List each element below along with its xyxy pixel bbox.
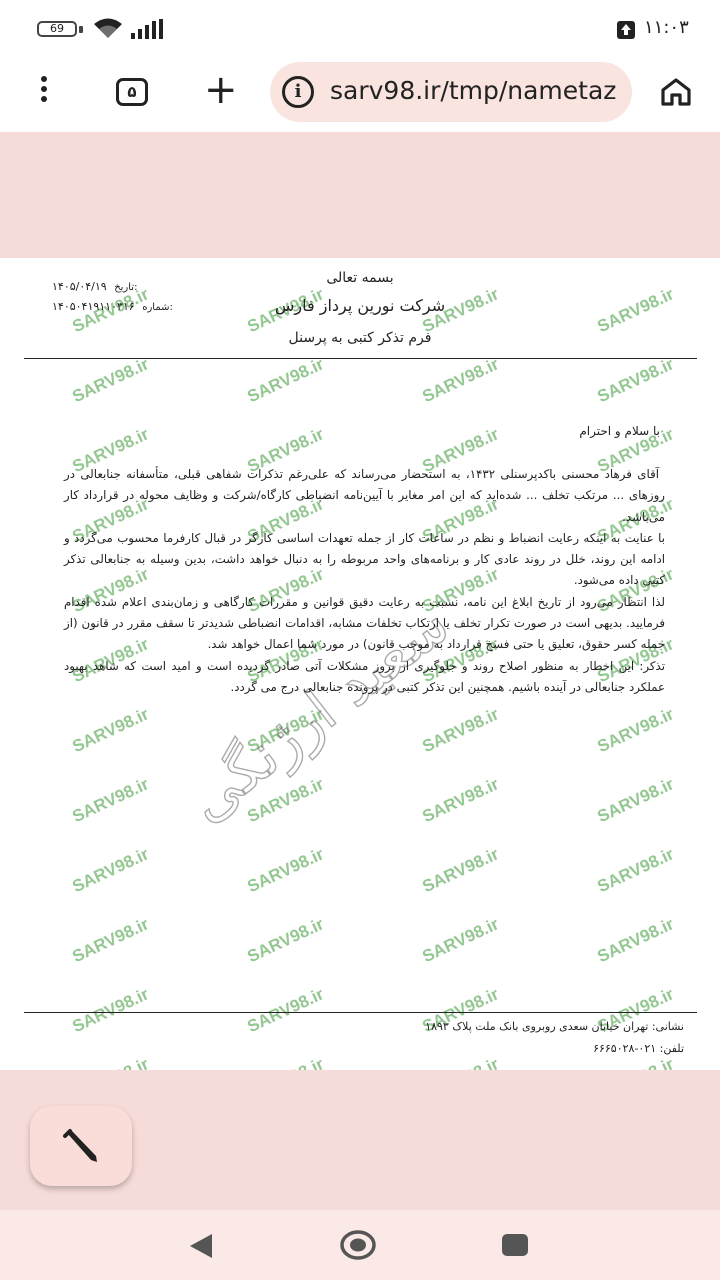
paragraph-2: با عنایت به اینکه رعایت انضباط و نظم در … (64, 530, 665, 588)
watermark-text: SARV98.ir (594, 1054, 677, 1070)
tabs-button[interactable]: ۵ (116, 78, 148, 106)
new-tab-button[interactable]: + (204, 70, 238, 110)
watermark-text: SARV98.ir (594, 704, 677, 756)
watermark-text: SARV98.ir (244, 704, 327, 756)
status-time: ۱۱:۰۳ (644, 17, 689, 38)
watermark-text: SARV98.ir (419, 844, 502, 896)
signal-icon (131, 19, 163, 39)
watermark-text: SARV98.ir (244, 844, 327, 896)
number-label: شماره: (142, 302, 173, 313)
header-divider (24, 358, 697, 359)
watermark-text: SARV98.ir (594, 354, 677, 406)
upload-icon (617, 21, 635, 39)
battery-icon: 69 (37, 21, 77, 37)
watermark-text: SARV98.ir (419, 354, 502, 406)
watermark-text: SARV98.ir (69, 704, 152, 756)
status-bar: 69 ۱۱:۰۳ (0, 0, 720, 56)
battery-tip (79, 26, 83, 33)
watermark-text: SARV98.ir (244, 984, 327, 1036)
basmala-heading: بسمه تعالی (326, 270, 394, 286)
number-value: ۱۴۰۵۰۴۱۹۱۱۰۳۱۶ (52, 300, 135, 313)
watermark-text: SARV98.ir (69, 914, 152, 966)
plus-icon: + (204, 67, 238, 113)
url-text[interactable]: sarv98.ir/tmp/nametaz (330, 76, 616, 105)
wifi-icon (94, 18, 122, 38)
watermark-text: SARV98.ir (69, 354, 152, 406)
menu-dots-icon[interactable] (34, 76, 54, 112)
date-value: ۱۴۰۵/۰۴/۱۹ (52, 280, 107, 293)
watermark-text: SARV98.ir (244, 914, 327, 966)
address: نشانی: تهران خیابان سعدی روبروی بانک ملت… (425, 1020, 684, 1033)
browser-toolbar: ۵ + i sarv98.ir/tmp/nametaz (0, 56, 720, 132)
watermark-text: SARV98.ir (419, 774, 502, 826)
recent-apps-icon[interactable] (502, 1234, 528, 1256)
battery-level: 69 (50, 22, 64, 35)
home-circle-icon[interactable] (340, 1230, 376, 1260)
watermark-text: SARV98.ir (594, 914, 677, 966)
watermark-text: SARV98.ir (244, 774, 327, 826)
watermark-text: SARV98.ir (244, 1054, 327, 1070)
watermark-text: SARV98.ir (419, 704, 502, 756)
home-icon[interactable] (660, 77, 692, 107)
watermark-text: SARV98.ir (594, 774, 677, 826)
watermark-text: SARV98.ir (594, 844, 677, 896)
watermark-text: SARV98.ir (69, 844, 152, 896)
phone: تلفن: ۰۲۱-۶۶۶۵۰۲۸ (593, 1042, 684, 1055)
paragraph-4: تذکر: این اخطار به منظور اصلاح روند و جل… (64, 658, 665, 694)
form-title: فرم تذکر کتبی به پرسنل (288, 330, 432, 346)
document-page: SARV98.ir SARV98.ir SARV98.ir SARV98.ir SARV… (0, 258, 720, 1070)
paragraph-3: لذا انتظار می‌رود از تاریخ ابلاغ این نام… (64, 594, 665, 652)
tab-count: ۵ (127, 83, 137, 101)
pencil-icon (63, 1129, 97, 1162)
watermark-text: SARV98.ir (69, 984, 152, 1036)
paragraph-1: آقای فرهاد محسنی باکدپرسنلی ۱۴۳۲، به است… (64, 467, 665, 524)
letter-date: ۱۴۰۵/۰۴/۱۹ تاریخ: (52, 280, 137, 293)
footer-divider (24, 1012, 697, 1013)
watermark-text: SARV98.ir (244, 354, 327, 406)
info-icon[interactable]: i (282, 76, 314, 108)
edit-fab-button[interactable] (30, 1106, 132, 1186)
date-label: تاریخ: (114, 282, 138, 293)
watermark-text: SARV98.ir (69, 1054, 152, 1070)
watermark-text: SARV98.ir (419, 1054, 502, 1070)
watermark-text: SARV98.ir (419, 914, 502, 966)
company-name: شرکت نورین پرداز فارس (274, 296, 446, 315)
back-icon[interactable] (188, 1232, 214, 1260)
greeting: با سلام و احترام (579, 424, 660, 438)
letter-number: ۱۴۰۵۰۴۱۹۱۱۰۳۱۶ شماره: (52, 300, 173, 313)
letter-body: آقای فرهاد محسنی باکدپرسنلی ۱۴۳۲، به است… (64, 464, 665, 698)
address-bar[interactable]: i sarv98.ir/tmp/nametaz (270, 62, 632, 122)
watermark-text: SARV98.ir (594, 284, 677, 336)
system-nav-bar (0, 1210, 720, 1280)
watermark-text: SARV98.ir (69, 774, 152, 826)
